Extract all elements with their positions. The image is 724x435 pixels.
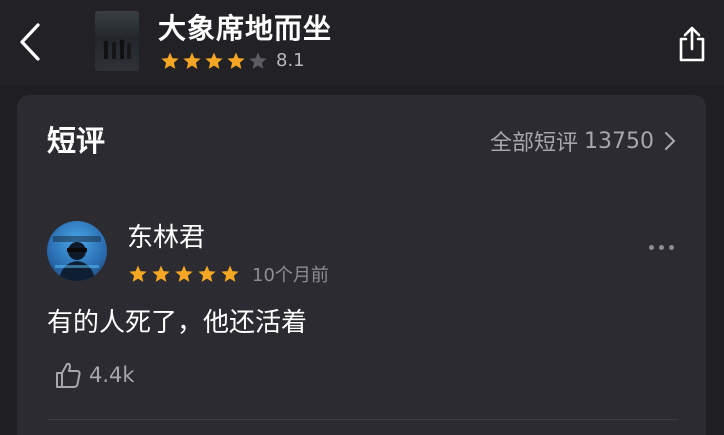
avatar-image [53, 236, 101, 281]
movie-title: 大象席地而坐 [158, 12, 333, 45]
star-filled-icon [161, 52, 179, 69]
like-button[interactable]: 4.4k [53, 359, 135, 391]
star-filled-icon [205, 52, 223, 69]
share-icon [679, 26, 705, 62]
top-bar: 大象席地而坐 8.1 [0, 0, 724, 86]
star-empty-icon [249, 52, 267, 69]
rating-score: 8.1 [276, 50, 305, 71]
section-title: 短评 [47, 124, 106, 158]
review-time: 10个月前 [252, 265, 329, 286]
more-dot [658, 244, 664, 250]
more-options-button[interactable] [641, 235, 681, 259]
thumbs-up-icon [56, 362, 81, 388]
star-filled-icon [183, 52, 201, 69]
all-reviews-count: 13750 [584, 128, 654, 154]
chevron-right-icon [664, 131, 676, 151]
more-dot [668, 244, 674, 250]
short-reviews-card: 短评 全部短评 13750 东林君 10个月前 有的人死了，他还活着 4.4k [17, 95, 706, 435]
star-filled-icon [129, 265, 147, 282]
review-meta: 10个月前 [128, 262, 329, 286]
share-button[interactable] [670, 20, 714, 68]
movie-rating: 8.1 [160, 50, 305, 72]
star-filled-icon [221, 265, 239, 282]
all-reviews-link[interactable]: 全部短评 13750 [490, 126, 676, 156]
avatar[interactable] [47, 221, 107, 281]
rating-stars [160, 51, 268, 71]
star-filled-icon [198, 265, 216, 282]
all-reviews-label: 全部短评 [489, 131, 578, 156]
back-button[interactable] [8, 14, 52, 70]
divider [47, 419, 678, 420]
star-filled-icon [227, 52, 245, 69]
reviewer-name[interactable]: 东林君 [127, 222, 205, 254]
review-text: 有的人死了，他还活着 [47, 308, 308, 338]
like-count: 4.4k [89, 363, 135, 387]
review-rating-stars [128, 264, 240, 284]
movie-poster[interactable] [95, 11, 139, 71]
star-filled-icon [152, 265, 170, 282]
chevron-left-icon [20, 23, 40, 61]
more-dot [648, 244, 654, 250]
star-filled-icon [175, 265, 193, 282]
poster-figures [103, 39, 132, 59]
